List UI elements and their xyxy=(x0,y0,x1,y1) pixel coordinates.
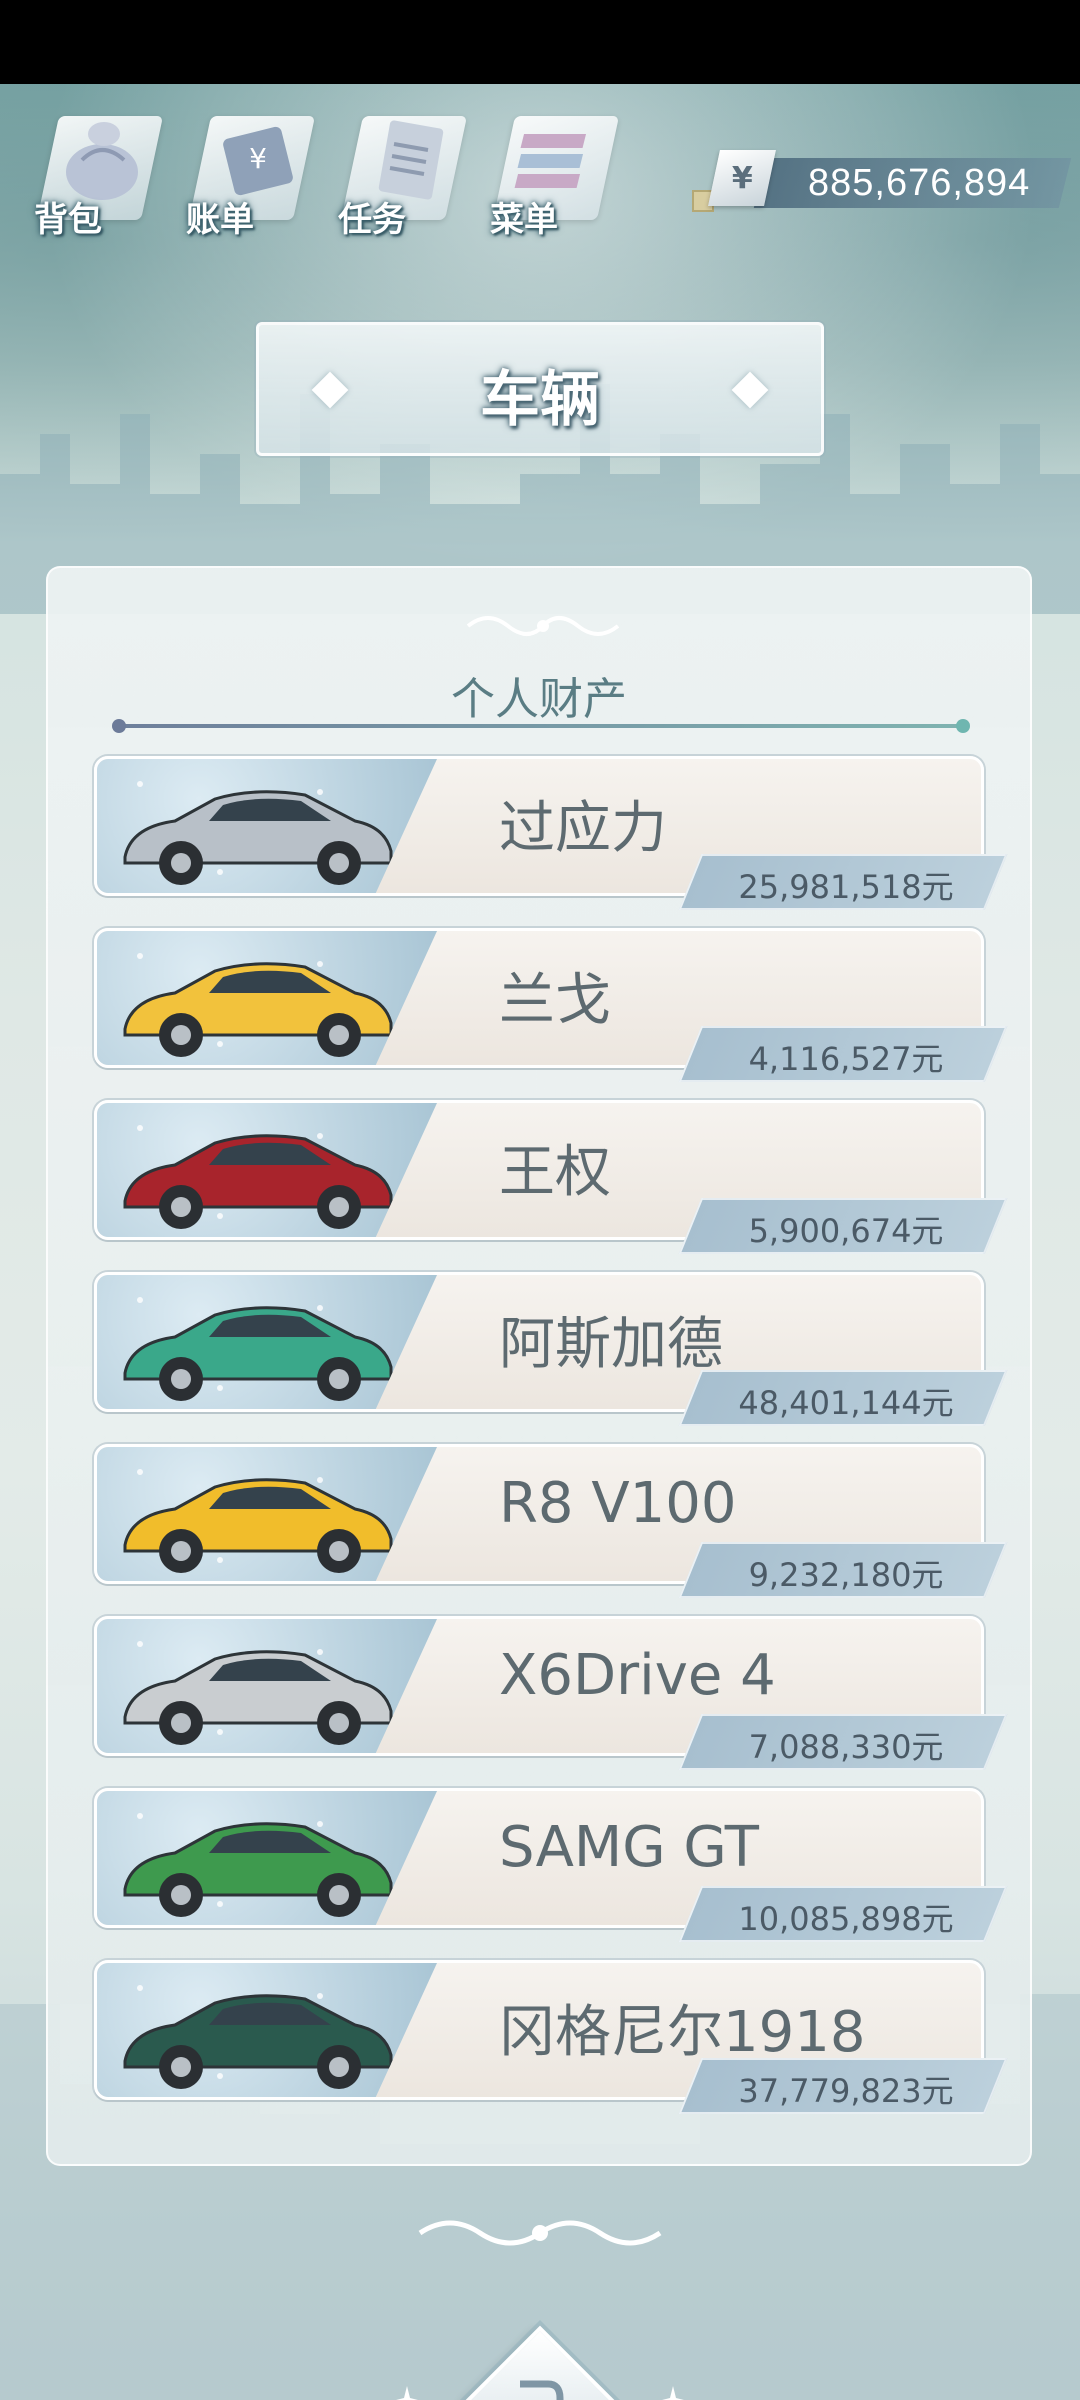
car-price: 37,779,823元 xyxy=(738,2072,954,2110)
car-icon xyxy=(123,1994,393,2089)
status-bar xyxy=(0,0,1080,84)
task-button[interactable]: 任务 xyxy=(334,96,468,246)
car-name: 冈格尼尔1918 xyxy=(499,2000,866,2065)
car-price: 48,401,144元 xyxy=(738,1384,954,1422)
currency-value: 885,676,894 xyxy=(808,162,1031,204)
car-item[interactable]: 王权 5,900,674元 xyxy=(94,1100,1008,1254)
menu-button[interactable]: 菜单 xyxy=(486,96,620,246)
car-name: SAMG GT xyxy=(499,1815,760,1880)
car-item[interactable]: 兰戈 4,116,527元 xyxy=(94,928,1008,1082)
car-thumbnail xyxy=(97,1447,437,1581)
vehicle-panel: 个人财产 过应力 25,981,518元 兰戈 4,116,527元 王权 5,… xyxy=(46,566,1032,2166)
car-item[interactable]: 阿斯加德 48,401,144元 xyxy=(94,1272,1008,1426)
car-item[interactable]: X6Drive 4 7,088,330元 xyxy=(94,1616,1008,1770)
ornament-top-icon xyxy=(466,616,620,636)
car-price: 9,232,180元 xyxy=(748,1556,944,1594)
car-icon xyxy=(123,790,393,885)
car-thumbnail xyxy=(97,1103,437,1237)
return-arrow-icon xyxy=(520,2380,564,2400)
bill-button[interactable]: ¥ 账单 xyxy=(182,96,316,246)
car-thumbnail xyxy=(97,931,437,1065)
sparkle-left-icon xyxy=(396,2386,418,2400)
car-price: 4,116,527元 xyxy=(748,1040,944,1078)
car-name: R8 V100 xyxy=(499,1471,737,1536)
page-title: 车辆 xyxy=(480,365,600,435)
car-thumbnail xyxy=(97,1619,437,1753)
backpack-button[interactable]: 背包 xyxy=(30,96,164,246)
car-price: 7,088,330元 xyxy=(748,1728,944,1766)
page-title-plate: 车辆 xyxy=(256,322,824,456)
car-icon xyxy=(123,1822,393,1917)
yen-icon: ¥ xyxy=(708,150,776,206)
car-name: 过应力 xyxy=(499,796,667,861)
bill-label: 账单 xyxy=(186,200,254,240)
car-icon xyxy=(123,1478,393,1573)
svg-text:¥: ¥ xyxy=(249,142,267,175)
car-icon xyxy=(123,1134,393,1229)
vehicle-screen: 背包 ¥ 账单 任务 菜单 ¥ 885,676,894 车辆 个人财产 过应力 … xyxy=(0,84,1080,2400)
car-name: 阿斯加德 xyxy=(499,1312,723,1377)
section-title: 个人财产 xyxy=(451,674,627,725)
car-item[interactable]: 过应力 25,981,518元 xyxy=(94,756,1008,910)
car-list: 过应力 25,981,518元 兰戈 4,116,527元 王权 5,900,6… xyxy=(94,756,1008,2132)
sparkle-right-icon xyxy=(662,2386,684,2400)
top-menu: 背包 ¥ 账单 任务 菜单 xyxy=(30,96,650,246)
ornament-bottom-icon xyxy=(418,2220,662,2246)
car-item[interactable]: SAMG GT 10,085,898元 xyxy=(94,1788,1008,1942)
car-name: 王权 xyxy=(499,1140,611,1205)
car-item[interactable]: 冈格尼尔1918 37,779,823元 xyxy=(94,1960,1008,2114)
car-icon xyxy=(123,1650,393,1745)
menu-label: 菜单 xyxy=(490,200,558,240)
car-thumbnail xyxy=(97,1791,437,1925)
task-label: 任务 xyxy=(338,200,406,240)
car-price: 5,900,674元 xyxy=(748,1212,944,1250)
currency-display: ¥ 885,676,894 xyxy=(690,150,1072,220)
backpack-label: 背包 xyxy=(34,200,102,240)
car-icon xyxy=(123,1306,393,1401)
car-price: 10,085,898元 xyxy=(738,1900,954,1938)
section-divider xyxy=(112,719,970,733)
car-name: X6Drive 4 xyxy=(499,1643,776,1708)
back-button[interactable] xyxy=(463,2325,617,2400)
back-area xyxy=(0,2304,1080,2400)
car-item[interactable]: R8 V100 9,232,180元 xyxy=(94,1444,1008,1598)
car-price: 25,981,518元 xyxy=(738,868,954,906)
car-thumbnail xyxy=(97,759,437,893)
car-name: 兰戈 xyxy=(499,968,611,1033)
car-thumbnail xyxy=(97,1963,437,2097)
car-thumbnail xyxy=(97,1275,437,1409)
car-icon xyxy=(123,962,393,1057)
